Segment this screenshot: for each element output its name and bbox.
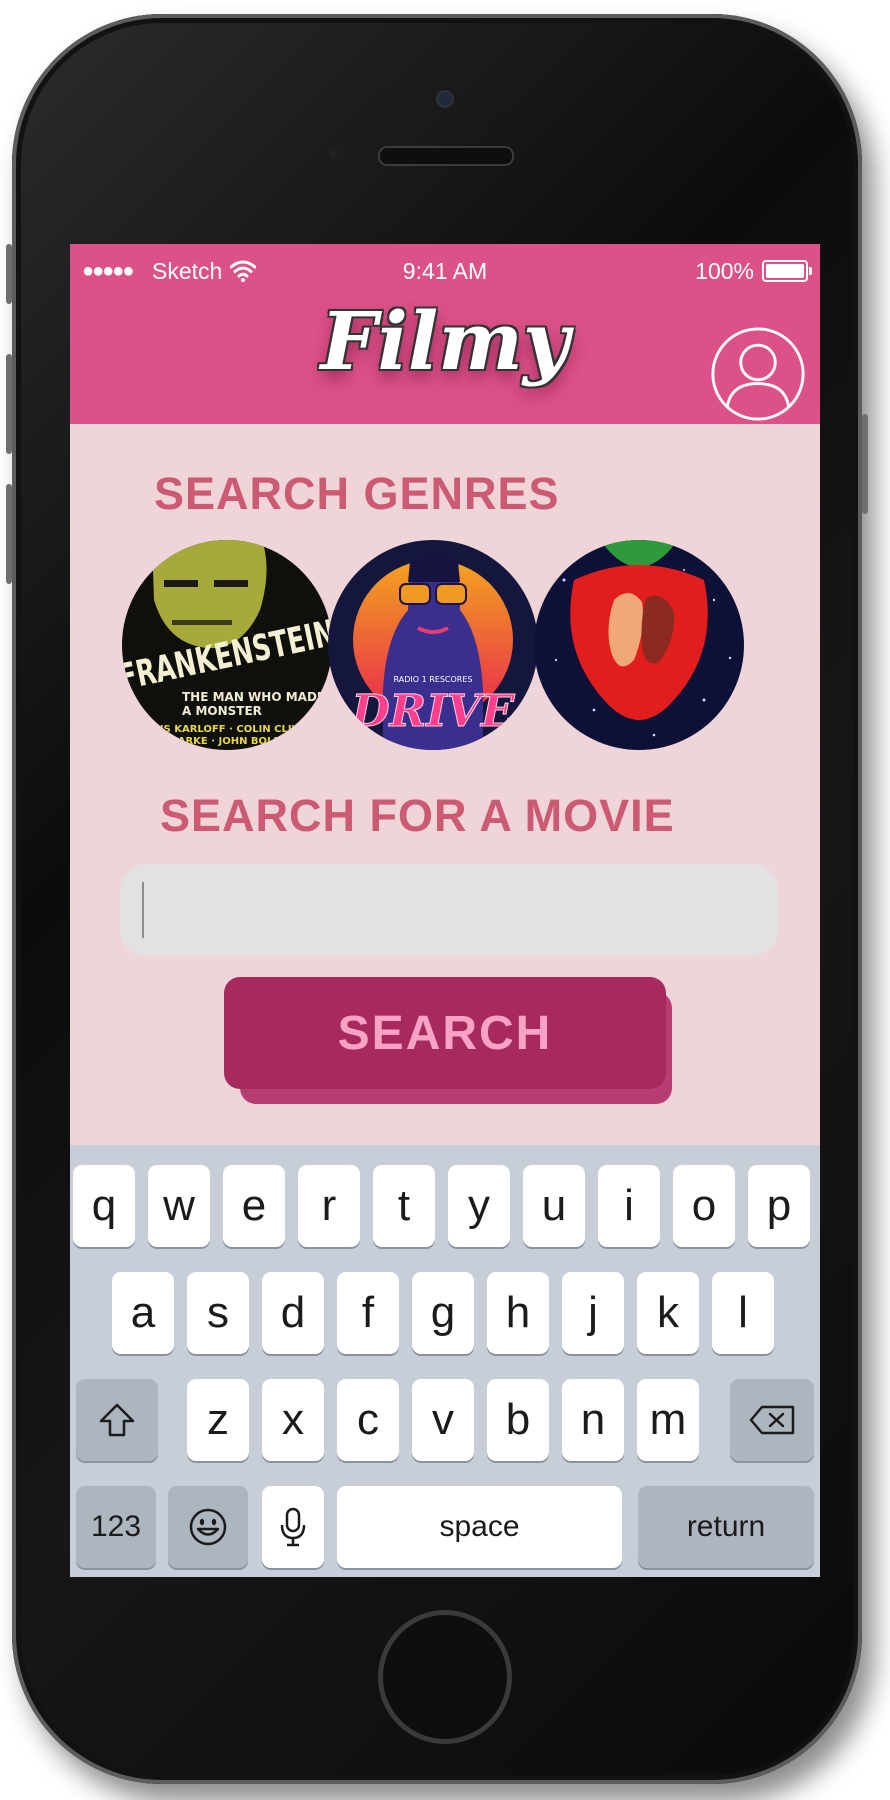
genre-romance[interactable] [534, 540, 744, 750]
battery-percent: 100% [695, 258, 754, 284]
frankenstein-credits: BORIS KARLOFF · COLIN CLIVE · MAE CLARKE… [136, 724, 314, 747]
user-icon[interactable] [710, 326, 806, 422]
front-camera [436, 90, 454, 108]
app-header: ●●●●● Sketch 9:41 AM 100% Filmy [70, 244, 820, 424]
key-v[interactable]: v [412, 1379, 474, 1461]
return-key[interactable]: return [638, 1486, 814, 1568]
key-p[interactable]: p [748, 1165, 810, 1247]
genres-title: SEARCH GENRES [154, 468, 560, 519]
key-h[interactable]: h [487, 1272, 549, 1354]
shift-key[interactable] [76, 1379, 158, 1461]
key-a[interactable]: a [112, 1272, 174, 1354]
key-k[interactable]: k [637, 1272, 699, 1354]
text-cursor [142, 882, 144, 938]
search-button[interactable]: SEARCH [224, 977, 666, 1089]
keyboard: q w e r t y u i o p a s d f g h j k l z … [70, 1145, 820, 1577]
key-r[interactable]: r [298, 1165, 360, 1247]
drive-radio-text: RADIO 1 RESCORES [394, 675, 473, 684]
key-w[interactable]: w [148, 1165, 210, 1247]
shift-icon [99, 1403, 135, 1437]
movie-search-input[interactable] [120, 864, 778, 956]
key-f[interactable]: f [337, 1272, 399, 1354]
movie-search-title: SEARCH FOR A MOVIE [160, 790, 675, 841]
frankenstein-poster: FRANKENSTEIN THE MAN WHO MADE A MONSTER … [122, 540, 332, 750]
key-b[interactable]: b [487, 1379, 549, 1461]
key-x[interactable]: x [262, 1379, 324, 1461]
drive-poster: RADIO 1 RESCORES DRIVE [328, 540, 538, 750]
backspace-icon [749, 1405, 795, 1435]
app-screen: ●●●●● Sketch 9:41 AM 100% Filmy SEARCH G… [70, 244, 820, 1577]
genre-action[interactable]: RADIO 1 RESCORES DRIVE [328, 540, 538, 750]
key-e[interactable]: e [223, 1165, 285, 1247]
genre-horror[interactable]: FRANKENSTEIN THE MAN WHO MADE A MONSTER … [122, 540, 332, 750]
key-l[interactable]: l [712, 1272, 774, 1354]
key-t[interactable]: t [373, 1165, 435, 1247]
drive-title: DRIVE [350, 686, 516, 737]
key-s[interactable]: s [187, 1272, 249, 1354]
key-q[interactable]: q [73, 1165, 135, 1247]
home-button[interactable] [378, 1610, 512, 1744]
key-o[interactable]: o [673, 1165, 735, 1247]
mute-switch [6, 244, 12, 304]
key-u[interactable]: u [523, 1165, 585, 1247]
key-y[interactable]: y [448, 1165, 510, 1247]
romance-poster [534, 540, 744, 750]
status-battery: 100% [695, 256, 812, 286]
volume-down-button [6, 484, 12, 584]
key-n[interactable]: n [562, 1379, 624, 1461]
key-g[interactable]: g [412, 1272, 474, 1354]
key-m[interactable]: m [637, 1379, 699, 1461]
power-button [862, 414, 868, 514]
phone-frame: ●●●●● Sketch 9:41 AM 100% Filmy SEARCH G… [6, 14, 868, 1784]
key-d[interactable]: d [262, 1272, 324, 1354]
emoji-key[interactable] [168, 1486, 248, 1568]
battery-icon [762, 260, 812, 282]
frankenstein-tagline: THE MAN WHO MADE A MONSTER [182, 690, 326, 718]
earpiece-speaker [378, 146, 514, 166]
microphone-key[interactable] [262, 1486, 324, 1568]
backspace-key[interactable] [730, 1379, 814, 1461]
key-j[interactable]: j [562, 1272, 624, 1354]
genre-carousel: FRANKENSTEIN THE MAN WHO MADE A MONSTER … [122, 540, 772, 750]
key-c[interactable]: c [337, 1379, 399, 1461]
app-logo: Filmy [320, 294, 570, 388]
microphone-icon [280, 1507, 306, 1547]
numbers-key[interactable]: 123 [76, 1486, 156, 1568]
space-key[interactable]: space [337, 1486, 622, 1568]
key-z[interactable]: z [187, 1379, 249, 1461]
volume-up-button [6, 354, 12, 454]
proximity-sensor [329, 149, 337, 157]
key-i[interactable]: i [598, 1165, 660, 1247]
emoji-icon [189, 1508, 227, 1546]
